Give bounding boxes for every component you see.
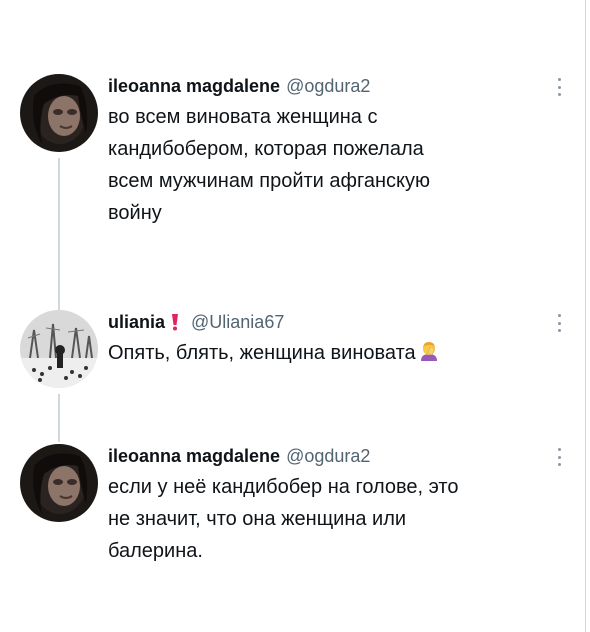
tweet-body: ileoanna magdalene @ogdura2 во всем вино… bbox=[108, 74, 572, 229]
author-name[interactable]: ileoanna magdalene bbox=[108, 444, 280, 468]
tweet-text: Опять, блять, женщина виновата bbox=[108, 342, 416, 364]
avatar-winter-trees-birds-icon[interactable] bbox=[20, 310, 98, 388]
tweet-text: если у неё кандибобер на голове, это не … bbox=[108, 476, 459, 562]
author-name[interactable]: ileoanna magdalene bbox=[108, 74, 280, 98]
thread-connector bbox=[58, 394, 60, 442]
tweet-text-container: Опять, блять, женщина виновата bbox=[108, 337, 572, 369]
tweet-text: во всем виновата женщина с кандибобером,… bbox=[108, 106, 430, 224]
author-handle[interactable]: @Uliania67 bbox=[191, 310, 284, 334]
author-handle[interactable]: @ogdura2 bbox=[286, 74, 370, 98]
tweet-header: ileoanna magdalene @ogdura2 bbox=[108, 444, 572, 468]
tweet-body: ileoanna magdalene @ogdura2 если у неё к… bbox=[108, 444, 572, 567]
author-name[interactable]: uliania bbox=[108, 310, 165, 334]
avatar-girl-portrait-icon[interactable] bbox=[20, 444, 98, 522]
tweet-header: ileoanna magdalene @ogdura2 bbox=[108, 74, 572, 98]
tweet-body: uliania @Uliania67 Опять, блять, женщина… bbox=[108, 310, 572, 369]
author-handle[interactable]: @ogdura2 bbox=[286, 444, 370, 468]
more-options-icon[interactable] bbox=[552, 446, 566, 468]
more-options-icon[interactable] bbox=[552, 312, 566, 334]
avatar-girl-portrait-icon[interactable] bbox=[20, 74, 98, 152]
frame-border bbox=[585, 0, 586, 632]
tweet-header: uliania @Uliania67 bbox=[108, 310, 572, 334]
red-exclamation-icon bbox=[172, 314, 179, 331]
more-options-icon[interactable] bbox=[552, 76, 566, 98]
thread-connector bbox=[58, 158, 60, 310]
woman-facepalming-emoji-icon bbox=[420, 342, 437, 361]
